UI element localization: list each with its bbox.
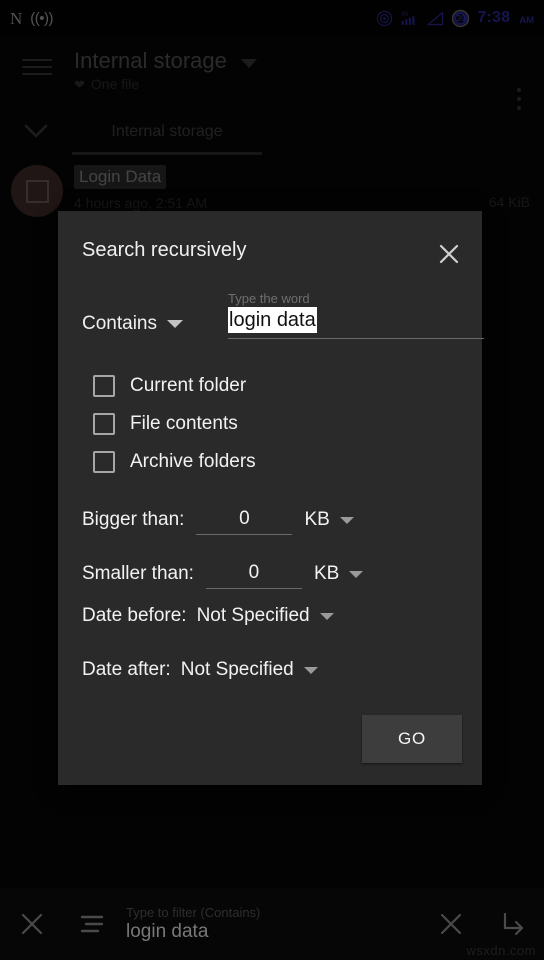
date-before-row[interactable]: Date before: Not Specified [82,589,458,643]
smaller-than-unit-dropdown[interactable]: KB [313,563,364,589]
dialog-header: Search recursively [58,211,482,289]
dialog-title: Search recursively [82,239,247,261]
bigger-than-input[interactable]: 0 [196,508,293,535]
bigger-than-label: Bigger than: [82,509,185,530]
checkbox-archive-folders[interactable]: Archive folders [82,443,458,481]
phone-screen: N ((•)) 4G [0,0,544,960]
filter-input-hint: Type to filter (Contains) [126,905,261,920]
date-before-label: Date before: [82,605,187,626]
match-mode-value: Contains [82,313,157,334]
chevron-down-icon [319,612,334,620]
filter-input-value: login data [126,921,209,942]
dialog-footer: GO [58,697,482,785]
checkbox-group: Current folder File contents Archive fol… [82,367,458,481]
checkbox-current-folder[interactable]: Current folder [82,367,458,405]
checkbox-file-contents[interactable]: File contents [82,405,458,443]
go-button[interactable]: GO [361,715,462,763]
chevron-down-icon [339,516,354,524]
checkbox-label: Archive folders [130,451,256,472]
clear-filter-icon[interactable] [420,911,482,937]
checkbox-label: Current folder [130,375,247,396]
chevron-down-icon [167,320,183,328]
search-word-input[interactable]: login data [228,307,317,333]
search-word-hint: Type the word [228,291,310,306]
filter-lines-icon[interactable] [64,913,120,935]
watermark: wsxdn.com [466,943,536,958]
search-recursively-dialog: Search recursively Contains Type the wor… [58,211,484,785]
dialog-body: Contains Type the word login data Curren… [58,291,484,697]
checkbox-box-icon[interactable] [93,451,115,473]
query-row: Contains Type the word login data [82,291,484,353]
date-after-label: Date after: [82,659,171,680]
date-after-row[interactable]: Date after: Not Specified [82,643,458,697]
unit-label: KB [304,509,330,530]
date-after-value: Not Specified [180,659,294,680]
chevron-down-icon [349,570,364,578]
smaller-than-label: Smaller than: [82,563,194,584]
match-mode-dropdown[interactable]: Contains [82,313,183,335]
date-before-value: Not Specified [196,605,310,626]
checkbox-box-icon[interactable] [93,413,115,435]
checkbox-label: File contents [130,413,238,434]
chevron-down-icon [303,666,318,674]
smaller-than-row: Smaller than: 0 KB [82,535,458,589]
field-underline [228,338,484,339]
subdirectory-arrow-right-icon[interactable] [482,910,544,938]
bigger-than-row: Bigger than: 0 KB [82,481,458,535]
filter-bar: Type to filter (Contains) login data wsx… [0,888,544,960]
close-icon[interactable] [0,911,64,937]
smaller-than-input[interactable]: 0 [205,562,302,589]
filter-input[interactable]: Type to filter (Contains) login data [120,905,420,943]
unit-label: KB [313,563,340,584]
close-icon[interactable] [432,237,466,271]
search-word-field[interactable]: Type the word login data [228,291,484,339]
checkbox-box-icon[interactable] [93,375,115,397]
bigger-than-unit-dropdown[interactable]: KB [304,509,354,535]
